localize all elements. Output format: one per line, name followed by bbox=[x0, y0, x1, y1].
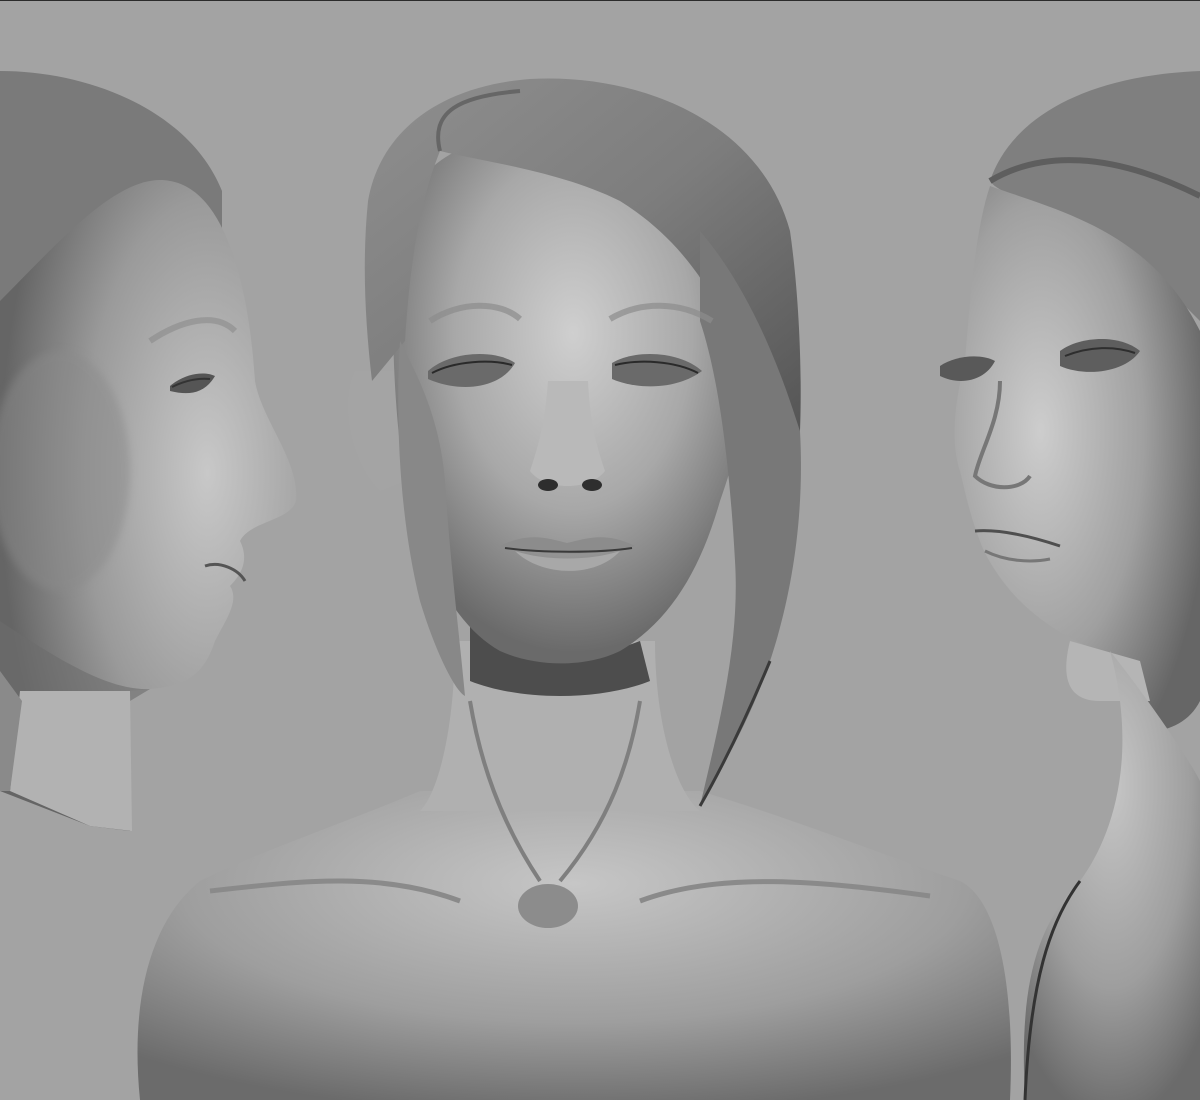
sculpt-viewport bbox=[0, 0, 1200, 1100]
sculpt-render bbox=[0, 1, 1200, 1100]
